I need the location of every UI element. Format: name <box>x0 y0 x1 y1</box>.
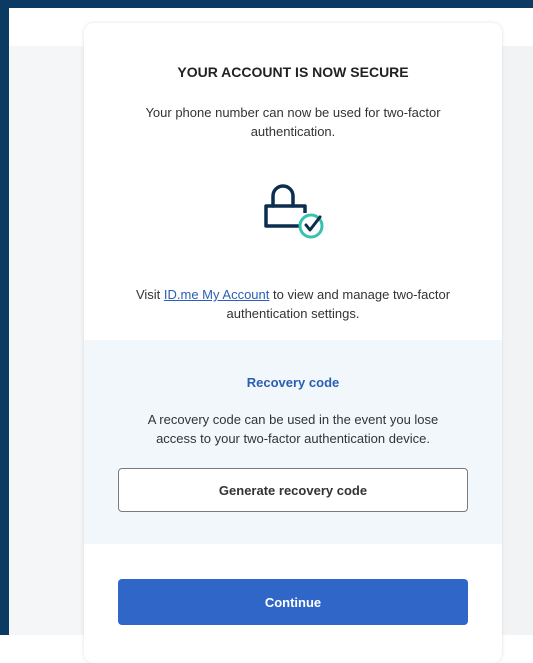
account-settings-note: Visit ID.me My Account to view and manag… <box>129 285 457 323</box>
recovery-code-section: Recovery code A recovery code can be use… <box>84 340 502 544</box>
confirmation-description: Your phone number can now be used for tw… <box>145 105 441 139</box>
window-frame-left <box>0 0 9 635</box>
confirmation-card: YOUR ACCOUNT IS NOW SECURE Your phone nu… <box>84 23 502 663</box>
page-background-right <box>505 46 533 635</box>
idme-my-account-link[interactable]: ID.me My Account <box>164 287 269 302</box>
visit-prefix: Visit <box>135 287 164 302</box>
generate-recovery-code-button[interactable]: Generate recovery code <box>118 468 468 512</box>
continue-button[interactable]: Continue <box>118 579 468 625</box>
page-title: YOUR ACCOUNT IS NOW SECURE <box>177 64 409 80</box>
recovery-title: Recovery code <box>246 375 340 390</box>
recovery-description: A recovery code can be used in the event… <box>147 412 439 446</box>
window-frame-top <box>0 0 533 8</box>
lock-check-icon <box>261 179 327 241</box>
